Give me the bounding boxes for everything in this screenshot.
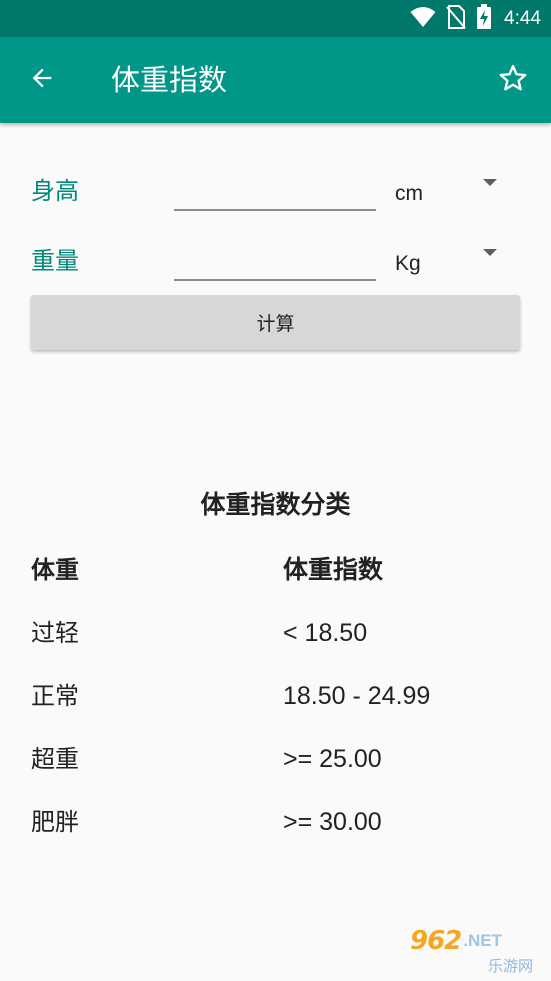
weight-input[interactable] bbox=[174, 241, 376, 281]
watermark-subtitle: 乐游网 bbox=[488, 957, 534, 975]
no-sim-icon bbox=[446, 5, 466, 33]
height-row: 身高 cm bbox=[0, 165, 551, 225]
bmi-table-header: 体重 体重指数 bbox=[0, 546, 551, 609]
status-icons: 4:44 bbox=[410, 4, 541, 34]
status-time: 4:44 bbox=[504, 8, 541, 29]
favorite-button[interactable] bbox=[495, 62, 531, 98]
status-bar: 4:44 bbox=[0, 0, 551, 37]
page-title: 体重指数 bbox=[111, 63, 228, 97]
range-cell: 18.50 - 24.99 bbox=[283, 682, 431, 710]
battery-charging-icon bbox=[476, 4, 492, 34]
range-cell: >= 30.00 bbox=[283, 808, 382, 836]
height-input[interactable] bbox=[174, 171, 376, 211]
category-cell: 过轻 bbox=[31, 619, 79, 647]
range-cell: >= 25.00 bbox=[283, 745, 382, 773]
dropdown-arrow-icon bbox=[483, 249, 497, 256]
range-cell: < 18.50 bbox=[283, 619, 368, 647]
height-unit-select[interactable]: cm bbox=[393, 171, 519, 215]
weight-unit-select[interactable]: Kg bbox=[393, 241, 519, 285]
star-outline-icon bbox=[498, 63, 528, 97]
header-bmi: 体重指数 bbox=[283, 555, 384, 584]
table-row: 正常 18.50 - 24.99 bbox=[0, 672, 551, 735]
bmi-table: 体重 体重指数 过轻 < 18.50 正常 18.50 - 24.99 超重 >… bbox=[0, 546, 551, 861]
table-row: 超重 >= 25.00 bbox=[0, 735, 551, 798]
category-cell: 肥胖 bbox=[31, 808, 79, 836]
watermark-mark: 962 .NET bbox=[410, 925, 545, 957]
watermark-suffix: .NET bbox=[463, 931, 503, 950]
arrow-back-icon bbox=[28, 64, 56, 96]
wifi-icon bbox=[410, 6, 436, 32]
category-cell: 正常 bbox=[31, 682, 79, 710]
weight-unit-value: Kg bbox=[395, 252, 421, 275]
header-weight: 体重 bbox=[31, 556, 79, 584]
table-row: 过轻 < 18.50 bbox=[0, 609, 551, 672]
watermark-number: 962 bbox=[410, 926, 462, 956]
watermark-logo: 962 .NET 乐游网 bbox=[410, 923, 545, 975]
dropdown-arrow-icon bbox=[483, 179, 497, 186]
weight-label: 重量 bbox=[31, 247, 79, 275]
weight-row: 重量 Kg bbox=[0, 235, 551, 295]
bmi-table-title: 体重指数分类 bbox=[200, 490, 351, 519]
height-label: 身高 bbox=[31, 177, 79, 205]
toolbar: 体重指数 bbox=[0, 37, 551, 123]
table-row: 肥胖 >= 30.00 bbox=[0, 798, 551, 861]
category-cell: 超重 bbox=[31, 745, 79, 773]
calculate-button[interactable]: 计算 bbox=[31, 295, 520, 350]
height-unit-value: cm bbox=[395, 182, 423, 205]
back-button[interactable] bbox=[24, 62, 60, 98]
